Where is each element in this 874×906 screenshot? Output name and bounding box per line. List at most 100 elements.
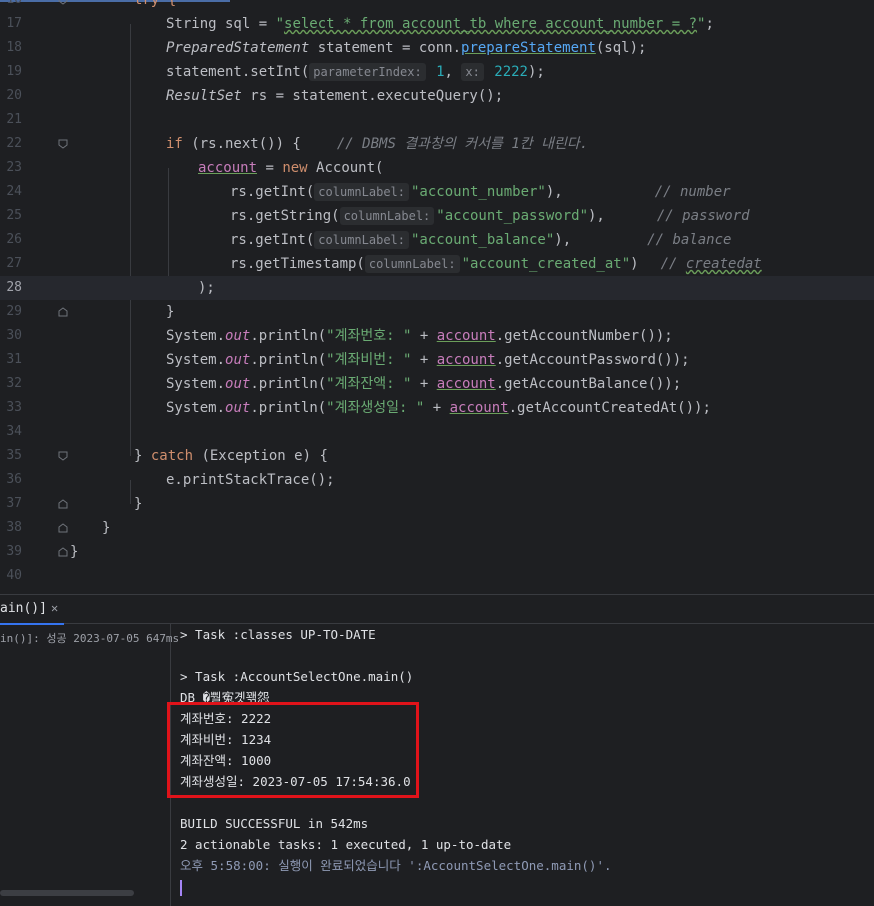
line-number: 30 — [6, 328, 22, 343]
code-line[interactable]: 21 — [0, 108, 874, 132]
code-line[interactable]: 31 System.out.println("계좌비번: " + account.… — [0, 348, 874, 372]
code-token: ), — [588, 208, 605, 224]
code-token: statement = conn. — [309, 40, 462, 56]
code-token: e.printStackTrace(); — [166, 472, 335, 488]
code-token: // DBMS 결과창의 커서를 1칸 내린다. — [336, 136, 589, 152]
parameter-hint: columnLabel: — [364, 255, 460, 273]
code-content: ResultSet rs = statement.executeQuery(); — [40, 84, 503, 108]
code-line[interactable]: 33 System.out.println("계좌생성일: " + account… — [0, 396, 874, 420]
code-content: } — [40, 516, 110, 540]
code-line[interactable]: 18 PreparedStatement statement = conn.pre… — [0, 36, 874, 60]
code-line[interactable]: 36 e.printStackTrace(); — [0, 468, 874, 492]
line-number: 19 — [6, 64, 22, 79]
code-line[interactable]: 23 account = new Account( — [0, 156, 874, 180]
code-token: "계좌생성일: " — [326, 400, 425, 416]
code-token: " — [275, 16, 285, 32]
code-token: "account_created_at" — [461, 256, 631, 272]
code-token: "account_password" — [436, 208, 588, 224]
code-content: System.out.println("계좌잔액: " + account.ge… — [40, 372, 681, 396]
code-token: (rs.next()) { — [182, 136, 301, 152]
line-number: 21 — [6, 112, 22, 127]
code-token: + — [411, 376, 437, 392]
code-line[interactable]: 26 rs.getInt(columnLabel: "account_balance… — [0, 228, 874, 252]
code-editor[interactable]: 16 try { 17 String sql = "select * from acc… — [0, 0, 874, 594]
code-token: ), — [545, 184, 563, 200]
code-line[interactable]: 38} — [0, 516, 874, 540]
code-token: out — [225, 376, 251, 392]
code-token: .getAccountCreatedAt()); — [508, 400, 711, 416]
code-line[interactable]: 20 ResultSet rs = statement.executeQuery(… — [0, 84, 874, 108]
line-number: 40 — [6, 568, 22, 583]
line-number: 22 — [6, 136, 22, 151]
line-number: 23 — [6, 160, 22, 175]
code-line[interactable]: 27 rs.getTimestamp(columnLabel: "account_c… — [0, 252, 874, 276]
code-token: "account_balance" — [411, 232, 555, 248]
code-token: .println( — [250, 376, 327, 392]
code-line[interactable]: 30 System.out.println("계좌번호: " + account.… — [0, 324, 874, 348]
code-token: System. — [166, 400, 226, 416]
code-token: "계좌비번: " — [326, 352, 412, 368]
code-line[interactable]: 17 String sql = "select * from account_tb… — [0, 12, 874, 36]
code-token: ); — [528, 64, 545, 80]
line-number: 29 — [6, 304, 22, 319]
code-line[interactable]: 28); — [0, 276, 874, 300]
code-token: 1 — [427, 64, 445, 80]
line-number: 27 — [6, 256, 22, 271]
run-tree-item[interactable]: in()]: 성공 2023-07-05 647ms — [0, 630, 179, 646]
code-content: rs.getInt(columnLabel: "account_number"),… — [40, 180, 731, 204]
code-token: ) — [630, 256, 639, 272]
code-token: + — [411, 352, 437, 368]
line-number: 28 — [6, 280, 22, 295]
run-tab[interactable]: ain()] ✕ — [0, 595, 65, 625]
code-token: PreparedStatement — [166, 40, 310, 56]
code-line[interactable]: 29} — [0, 300, 874, 324]
parameter-hint: columnLabel: — [314, 231, 409, 249]
code-token: "계좌번호: " — [326, 328, 412, 344]
code-token: try { — [134, 0, 177, 8]
code-line[interactable]: 35} catch (Exception e) { — [0, 444, 874, 468]
code-token: Account( — [307, 160, 384, 176]
code-line[interactable]: 24 rs.getInt(columnLabel: "account_number"… — [0, 180, 874, 204]
code-token: String sql = — [166, 16, 276, 32]
code-content: System.out.println("계좌생성일: " + account.g… — [40, 396, 711, 420]
code-token: statement.setInt( — [166, 64, 310, 80]
code-line[interactable]: 16 try { — [0, 0, 874, 12]
close-icon[interactable]: ✕ — [51, 601, 58, 615]
code-token: + — [411, 328, 437, 344]
code-line[interactable]: 40 — [0, 564, 874, 588]
code-token: } — [166, 304, 175, 320]
code-line[interactable]: 19 statement.setInt(parameterIndex: 1, x:… — [0, 60, 874, 84]
code-line[interactable]: 25 rs.getString(columnLabel: "account_pass… — [0, 204, 874, 228]
line-number: 16 — [0, 0, 22, 12]
code-content: ); — [40, 276, 215, 300]
horizontal-scrollbar[interactable] — [0, 890, 134, 896]
console-line: > Task :classes UP-TO-DATE — [180, 627, 376, 642]
code-content: rs.getTimestamp(columnLabel: "account_cre… — [40, 252, 762, 276]
code-token: .println( — [250, 400, 327, 416]
code-token: , — [444, 64, 462, 80]
code-line[interactable]: 39} — [0, 540, 874, 564]
code-line[interactable]: 37} — [0, 492, 874, 516]
code-token: prepareStatement — [461, 40, 596, 56]
code-token: .getAccountPassword()); — [495, 352, 690, 368]
code-token: ; — [705, 16, 714, 32]
code-token: // — [660, 256, 686, 272]
code-token: } — [102, 520, 111, 536]
code-line[interactable]: 34 — [0, 420, 874, 444]
code-token: (sql); — [595, 40, 647, 56]
code-line[interactable]: 32 System.out.println("계좌잔액: " + account.… — [0, 372, 874, 396]
code-token: createdat — [685, 256, 762, 272]
code-token: out — [225, 352, 251, 368]
line-number: 32 — [6, 376, 22, 391]
parameter-hint: columnLabel: — [314, 183, 409, 201]
run-tab-label: ain()] — [0, 601, 47, 616]
code-token: if — [166, 136, 183, 152]
code-token: .getAccountNumber()); — [495, 328, 673, 344]
highlight-box — [167, 702, 419, 798]
code-line[interactable]: 22 if (rs.next()) { // DBMS 결과창의 커서를 1칸 내린… — [0, 132, 874, 156]
code-content: } catch (Exception e) { — [40, 444, 328, 468]
code-token: .println( — [250, 352, 327, 368]
code-token: "계좌잔액: " — [326, 376, 412, 392]
code-content: e.printStackTrace(); — [40, 468, 335, 492]
code-token: rs.getTimestamp( — [230, 256, 365, 272]
